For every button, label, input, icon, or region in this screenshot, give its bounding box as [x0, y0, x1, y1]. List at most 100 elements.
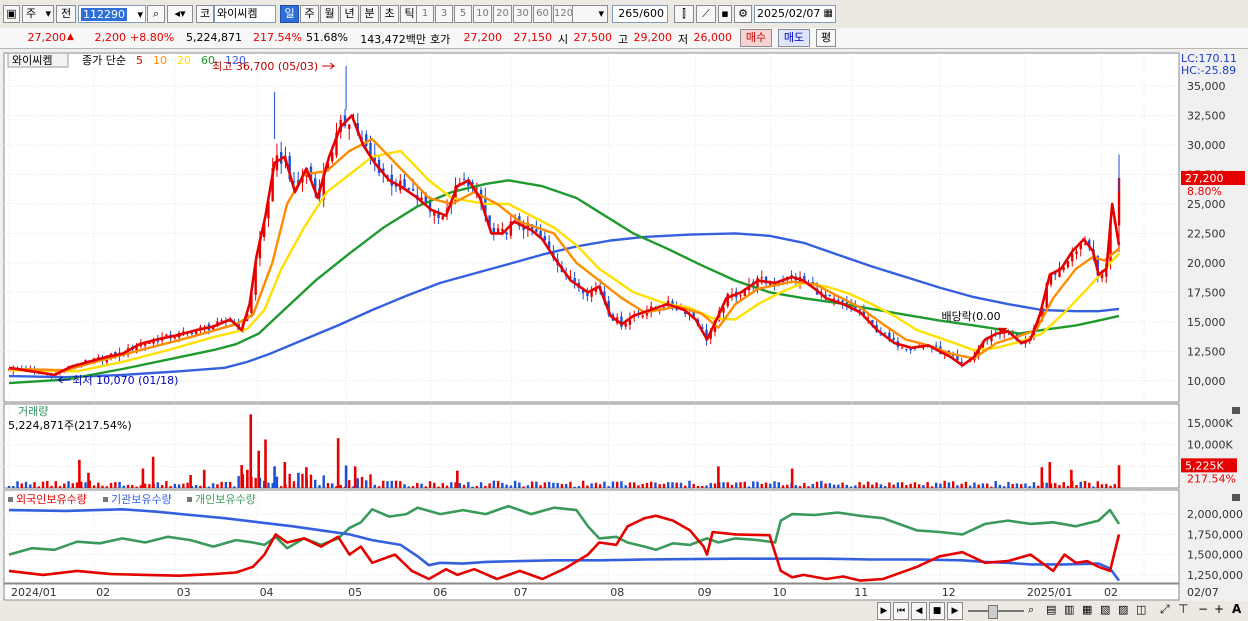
volume-bar [560, 483, 564, 488]
x-tick-label: 12 [942, 586, 956, 599]
volume-bar [41, 481, 45, 488]
interval-button-4[interactable]: 20 [493, 5, 512, 23]
volume-bar [216, 484, 219, 488]
candle-body [403, 179, 406, 188]
period-button-5[interactable]: 초 [380, 5, 399, 23]
first-icon[interactable]: ⏮ [893, 602, 909, 620]
volume-bar [496, 480, 500, 488]
price-tick-label: 20,000 [1187, 257, 1226, 270]
interval-button-7[interactable]: 120 [553, 5, 573, 23]
volume-bar [488, 483, 491, 488]
volume-bar [58, 486, 62, 488]
chart-canvas[interactable]: 10,000 12,500 15,000 17,500 20,000 22,500 25,0… [0, 48, 1248, 601]
volume-bar [696, 485, 700, 488]
volume-bar [301, 473, 304, 488]
period-button-2[interactable]: 월 [320, 5, 339, 23]
interval-dropdown[interactable]: ▾ [572, 5, 608, 23]
volume-bar [1083, 480, 1087, 488]
pin-icon[interactable]: ⊤ [1178, 602, 1188, 616]
candle-body [165, 334, 168, 336]
volume-bar [369, 474, 372, 488]
volume-bar [1037, 485, 1040, 488]
buy-button[interactable]: 매수 [740, 29, 772, 47]
volume-bar [590, 483, 593, 488]
camera-icon[interactable]: ◫ [1136, 603, 1146, 616]
price-tick-label: 10,000 [1187, 375, 1226, 388]
plus-icon[interactable]: + [1214, 602, 1224, 616]
grid-icon[interactable]: ▤ [1046, 603, 1056, 616]
prev-button[interactable]: 전 [56, 5, 76, 23]
find-icon[interactable]: ⌕ [1028, 603, 1034, 617]
volume-bar [1079, 481, 1082, 488]
volume-bar [1002, 486, 1006, 488]
volume-bar [956, 485, 959, 488]
print-icon[interactable]: ▦ [1082, 603, 1092, 616]
volume-bar [71, 483, 74, 488]
stock-name-field[interactable]: 와이씨켐 [214, 5, 276, 23]
volume-bar [964, 481, 968, 488]
volume-bar [513, 480, 517, 488]
candle-body [841, 300, 844, 303]
volume-title: 거래량 [18, 405, 48, 418]
draw-tool-icon[interactable]: ⟋ [696, 5, 716, 23]
count-field[interactable]: 265/600 [612, 5, 668, 23]
volume-bar [854, 485, 857, 488]
sell-button[interactable]: 매도 [778, 29, 810, 47]
candle-type-icon[interactable]: ⫿ [674, 5, 694, 23]
toolbar: ▣ 주 ▾ 전 112290 ▾ ⌕ ◂▾ 코 와이씨켐 일주월년분초틱 1 3 5 10… [0, 0, 1248, 29]
volume-bar [126, 484, 130, 488]
table-icon[interactable]: ▧ [1100, 603, 1110, 616]
period-button-1[interactable]: 주 [300, 5, 319, 23]
interval-button-5[interactable]: 30 [513, 5, 532, 23]
eval-button[interactable]: 평 [816, 29, 836, 47]
volume-bar [194, 484, 198, 488]
period-button-3[interactable]: 년 [340, 5, 359, 23]
x-tick-label: 08 [610, 586, 624, 599]
volume-bar [445, 485, 449, 488]
zoom-slider-handle[interactable] [988, 605, 998, 619]
open-price: 27,500 [573, 31, 613, 44]
overlap-icon[interactable]: ▥ [1064, 603, 1074, 616]
prev-icon[interactable]: ◀ [911, 602, 927, 620]
volume-bar [569, 481, 572, 488]
interval-button-0[interactable]: 1 [416, 5, 434, 23]
volume-bar [564, 483, 568, 488]
volume-bar [764, 482, 768, 488]
volume-bar [148, 484, 151, 488]
stop-icon[interactable]: ■ [929, 602, 945, 620]
search-icon[interactable]: ⌕ [147, 5, 165, 23]
volume-bar [824, 483, 827, 488]
gear-icon[interactable]: ⚙ [734, 5, 752, 23]
interval-button-2[interactable]: 5 [454, 5, 472, 23]
date-field[interactable]: 2025/02/07 ▦ [754, 5, 836, 23]
period-button-0[interactable]: 일 [280, 5, 299, 23]
volume-bar [837, 484, 840, 488]
volume-bar [675, 482, 678, 488]
save-icon[interactable]: ▪ [718, 5, 732, 23]
candle-body [900, 347, 904, 349]
market-select[interactable]: 주 ▾ [22, 5, 54, 23]
drag-icon[interactable]: ⤢ [1160, 602, 1170, 617]
volume-bar [267, 482, 270, 488]
price-tick-label: 22,500 [1187, 227, 1226, 240]
period-button-4[interactable]: 분 [360, 5, 379, 23]
layout-icon[interactable]: ▣ [3, 5, 20, 23]
code-input[interactable]: 112290 ▾ [78, 5, 146, 23]
next-icon[interactable]: ▶ [947, 602, 963, 620]
interval-button-3[interactable]: 10 [473, 5, 492, 23]
minus-icon[interactable]: − [1198, 602, 1208, 616]
last-change-label: 8.80% [1187, 185, 1222, 198]
scroll-right-icon[interactable]: ▶ [877, 602, 891, 620]
volume-bar [968, 485, 972, 488]
interval-button-6[interactable]: 60 [533, 5, 552, 23]
volume-bar [1075, 485, 1078, 488]
volume-bar [798, 486, 802, 488]
volume-bar [173, 483, 177, 488]
export-icon[interactable]: ▨ [1118, 603, 1128, 616]
candle-body [739, 295, 742, 297]
date-value: 2025/02/07 [757, 7, 821, 20]
font-icon[interactable]: A [1232, 602, 1241, 616]
interval-button-1[interactable]: 3 [435, 5, 453, 23]
volume-bar [118, 481, 121, 488]
sound-icon[interactable]: ◂▾ [167, 5, 193, 23]
